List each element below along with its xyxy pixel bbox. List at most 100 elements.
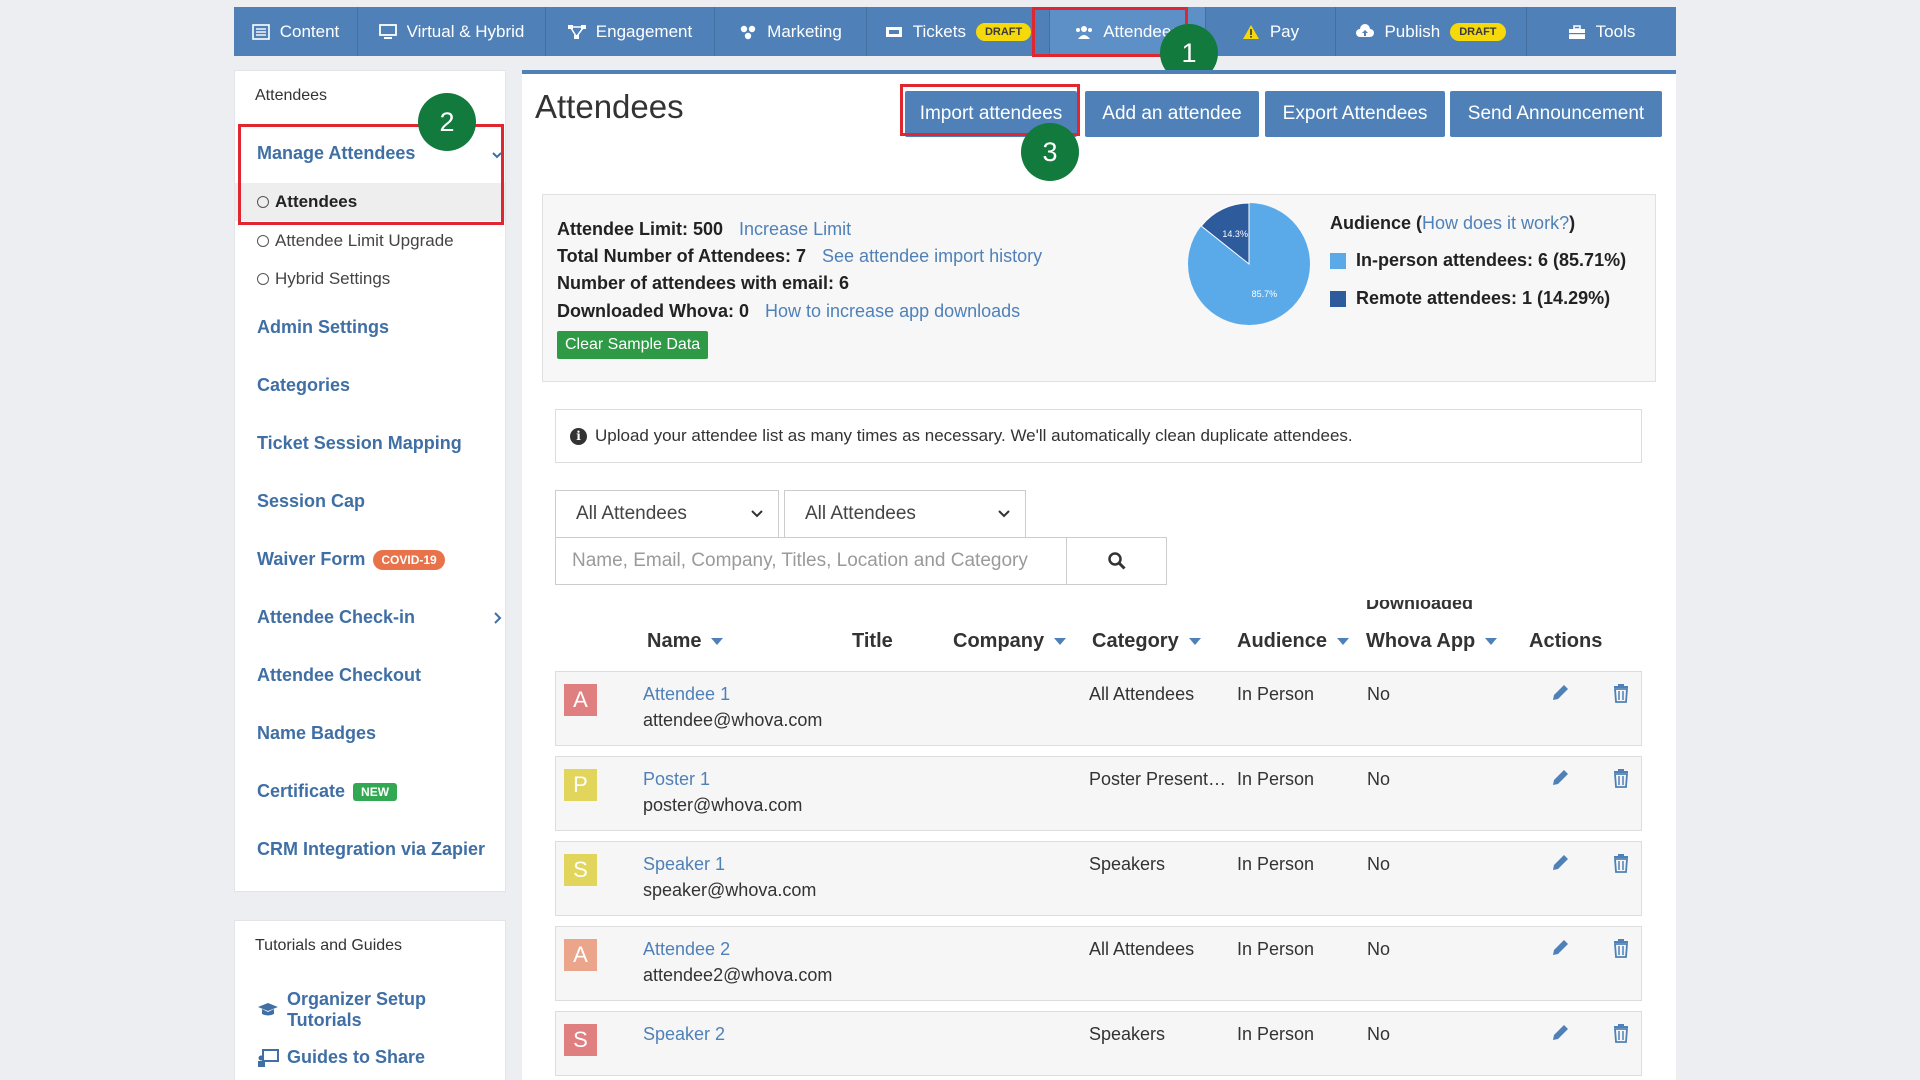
sidebar-item-certificate[interactable]: Certificate NEW xyxy=(257,781,398,802)
attendee-search-input[interactable]: Name, Email, Company, Titles, Location a… xyxy=(555,537,1067,585)
how-it-works-link[interactable]: How does it work? xyxy=(1422,213,1569,233)
sidebar-item-admin-settings[interactable]: Admin Settings xyxy=(257,317,389,338)
chevron-right-icon xyxy=(494,612,502,624)
chevron-down-icon xyxy=(998,510,1010,518)
nav-marketing[interactable]: Marketing xyxy=(715,7,867,56)
audience-pie-chart: 14.3% 85.7% xyxy=(1188,202,1310,325)
chevron-down-icon xyxy=(751,510,763,518)
presentation-icon xyxy=(258,1048,279,1067)
avatar: S xyxy=(564,1024,597,1056)
sidebar-item-check-in[interactable]: Attendee Check-in xyxy=(257,607,503,628)
sidebar-item-name-badges[interactable]: Name Badges xyxy=(257,723,376,744)
attendee-email: attendee2@whova.com xyxy=(643,965,833,985)
attendee-name-link[interactable]: Attendee 2 xyxy=(643,939,730,960)
legend-label: In-person attendees: 6 (85.71%) xyxy=(1356,250,1627,270)
attendee-name-link[interactable]: Poster 1 xyxy=(643,769,710,790)
sort-caret-icon xyxy=(1337,638,1350,645)
radio-icon xyxy=(257,273,269,285)
tutorial-link-guides-to-share[interactable]: Guides to Share xyxy=(257,1047,425,1068)
attendee-audience: In Person xyxy=(1237,939,1315,959)
trash-icon[interactable] xyxy=(1610,767,1632,789)
nav-engagement[interactable]: Engagement xyxy=(546,7,715,56)
column-header-name[interactable]: Name xyxy=(647,630,724,653)
column-header-label: Category xyxy=(1092,630,1179,652)
attendee-category: All Attendees xyxy=(1089,939,1195,959)
ticket-icon xyxy=(885,26,902,37)
nav-publish[interactable]: Publish DRAFT xyxy=(1336,7,1527,56)
column-header-label: Audience xyxy=(1237,630,1328,652)
nav-label: Marketing xyxy=(767,21,842,41)
import-history-link[interactable]: See attendee import history xyxy=(822,246,1042,266)
tutorial-link-label: Guides to Share xyxy=(287,1047,426,1067)
sidebar-item-waiver-form[interactable]: Waiver Form COVID-19 xyxy=(257,549,445,570)
nav-label: Content xyxy=(279,21,340,41)
column-header-audience[interactable]: Audience xyxy=(1237,630,1350,653)
increase-limit-link[interactable]: Increase Limit xyxy=(739,219,851,239)
step-2-marker: 2 xyxy=(418,93,476,151)
nav-virtual-hybrid[interactable]: Virtual & Hybrid xyxy=(358,7,546,56)
attendee-category: Speakers xyxy=(1089,854,1166,874)
legend-swatch-in-person xyxy=(1330,252,1346,269)
trash-icon[interactable] xyxy=(1610,852,1632,874)
send-announcement-button[interactable]: Send Announcement xyxy=(1450,91,1662,137)
attendee-name-link[interactable]: Speaker 1 xyxy=(643,854,725,875)
trash-icon[interactable] xyxy=(1610,682,1632,704)
sort-caret-icon xyxy=(1485,638,1498,645)
edit-icon[interactable] xyxy=(1549,1022,1571,1044)
avatar: A xyxy=(564,939,597,971)
sidebar-item-checkout[interactable]: Attendee Checkout xyxy=(257,665,421,686)
avatar: S xyxy=(564,854,597,886)
toolbox-icon xyxy=(1568,24,1585,39)
trash-icon[interactable] xyxy=(1610,1022,1632,1044)
add-attendee-button[interactable]: Add an attendee xyxy=(1085,91,1259,137)
search-button[interactable] xyxy=(1066,537,1167,585)
pie-label-remote: 14.3% xyxy=(1222,229,1248,239)
column-header-category[interactable]: Category xyxy=(1092,630,1201,653)
nav-label: Virtual & Hybrid xyxy=(406,21,525,41)
column-header-label: Name xyxy=(647,630,702,652)
new-badge: NEW xyxy=(353,782,398,801)
sidebar-item-session-cap[interactable]: Session Cap xyxy=(257,491,365,512)
audience-title-close: ) xyxy=(1569,213,1576,233)
stats-panel: Attendee Limit: 500 Increase Limit Total … xyxy=(542,194,1656,382)
nav-tools[interactable]: Tools xyxy=(1527,7,1676,56)
step-3-marker: 3 xyxy=(1021,123,1079,181)
sidebar-item-label: Waiver Form xyxy=(257,549,366,569)
attendee-limit-line: Attendee Limit: 500 Increase Limit xyxy=(557,219,851,240)
export-attendees-button[interactable]: Export Attendees xyxy=(1265,91,1445,137)
sidebar-item-ticket-session-mapping[interactable]: Ticket Session Mapping xyxy=(257,433,462,454)
tutorial-link-organizer-setup[interactable]: Organizer Setup Tutorials xyxy=(257,989,505,1031)
edit-icon[interactable] xyxy=(1549,682,1571,704)
category-filter-select[interactable]: All Attendees xyxy=(784,490,1026,538)
sidebar-item-label: Attendee Check-in xyxy=(257,607,416,627)
clear-sample-data-button[interactable]: Clear Sample Data xyxy=(557,331,709,359)
nav-tickets[interactable]: Tickets DRAFT xyxy=(867,7,1050,56)
audience-title-text: Audience ( xyxy=(1330,213,1423,233)
tutorials-header: Tutorials and Guides xyxy=(255,937,403,954)
sidebar-item-crm-zapier[interactable]: CRM Integration via Zapier xyxy=(257,839,485,860)
page-title: Attendees xyxy=(535,88,684,125)
increase-downloads-link[interactable]: How to increase app downloads xyxy=(765,301,1020,321)
attendee-email: poster@whova.com xyxy=(643,795,803,815)
sort-caret-icon xyxy=(711,638,724,645)
attendee-name-link[interactable]: Attendee 1 xyxy=(643,684,730,705)
sidebar-subitem-hybrid-settings[interactable]: Hybrid Settings xyxy=(257,269,390,289)
column-header-downloaded[interactable]: Whova App xyxy=(1366,630,1498,653)
edit-icon[interactable] xyxy=(1549,937,1571,959)
edit-icon[interactable] xyxy=(1549,767,1571,789)
nav-content[interactable]: Content xyxy=(234,7,358,56)
trash-icon[interactable] xyxy=(1610,937,1632,959)
attendee-name-link[interactable]: Speaker 2 xyxy=(643,1024,725,1045)
info-icon: i xyxy=(570,427,587,445)
edit-icon[interactable] xyxy=(1549,852,1571,874)
sidebar-item-categories[interactable]: Categories xyxy=(257,375,350,396)
sidebar-subitem-limit-upgrade[interactable]: Attendee Limit Upgrade xyxy=(257,231,454,251)
nav-pay[interactable]: Pay xyxy=(1206,7,1336,56)
attendee-downloaded: No xyxy=(1367,769,1391,789)
attendee-category: All Attendees xyxy=(1089,684,1195,704)
attendee-category: Poster Present… xyxy=(1089,769,1227,789)
audience-filter-select[interactable]: All Attendees xyxy=(555,490,779,538)
nav-label: Tickets xyxy=(912,21,966,41)
legend-remote: Remote attendees: 1 (14.29%) xyxy=(1330,288,1610,309)
column-header-company[interactable]: Company xyxy=(953,630,1067,653)
